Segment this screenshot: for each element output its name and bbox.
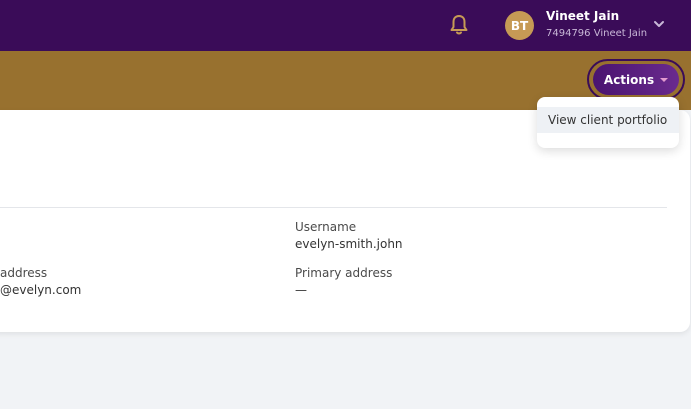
actions-dropdown-menu: View client portfolio bbox=[537, 97, 679, 148]
user-subtitle: 7494796 Vineet Jain bbox=[546, 28, 648, 39]
user-name[interactable]: Vineet Jain bbox=[546, 9, 619, 23]
divider bbox=[0, 207, 667, 208]
actions-button-label: Actions bbox=[603, 72, 655, 87]
email-address-value: @evelyn.com bbox=[0, 283, 82, 297]
primary-address-value: — bbox=[295, 283, 307, 297]
email-address-label: address bbox=[0, 266, 48, 280]
username-value: evelyn-smith.john bbox=[295, 237, 403, 251]
top-navigation-bar: BT Vineet Jain 7494796 Vineet Jain bbox=[0, 0, 691, 51]
menu-item-view-client-portfolio[interactable]: View client portfolio bbox=[537, 107, 679, 133]
username-label: Username bbox=[295, 220, 357, 234]
bell-icon[interactable] bbox=[449, 14, 469, 36]
primary-address-label: Primary address bbox=[295, 266, 393, 280]
avatar[interactable]: BT bbox=[505, 11, 534, 40]
caret-down-icon bbox=[660, 77, 669, 82]
chevron-down-icon[interactable] bbox=[653, 18, 665, 30]
actions-button[interactable]: Actions bbox=[593, 64, 679, 95]
